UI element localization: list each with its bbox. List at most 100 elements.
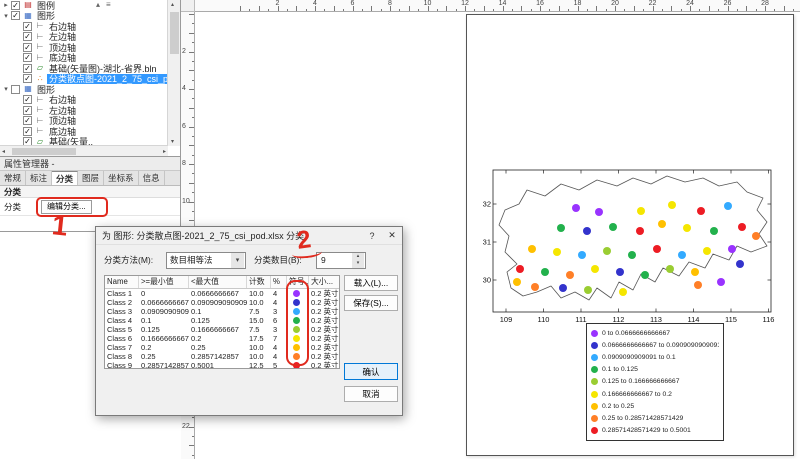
tree-item[interactable]: ✓⊢右边轴 — [0, 21, 168, 32]
visibility-checkbox[interactable]: ✓ — [23, 106, 32, 115]
load-button[interactable]: 载入(L)... — [344, 275, 398, 291]
method-label: 分类方法(M): — [104, 252, 153, 269]
graph-icon: ▦ — [23, 11, 33, 21]
spinner-arrows-icon[interactable]: ▴▾ — [352, 253, 364, 268]
collapse-all-icon[interactable]: ▴ — [96, 0, 100, 10]
ruler-number: 24 — [683, 0, 697, 7]
map-data-point — [572, 204, 580, 212]
visibility-checkbox[interactable] — [11, 85, 20, 94]
map-data-point — [513, 278, 521, 286]
tree-item[interactable]: ✓∴分类散点图-2021_2_75_csi_pod.xlsx — [0, 74, 168, 85]
ruler-tick-minor — [192, 42, 194, 43]
value-cell: 10.0 — [247, 343, 271, 352]
ruler-number: 2 — [182, 48, 186, 55]
visibility-checkbox[interactable]: ✓ — [23, 116, 32, 125]
annotation-box-symbol-column — [286, 280, 309, 366]
property-manager-panel: 属性管理器 - 常规标注分类图层坐标系信息 分类 分类 编辑分类... — [0, 157, 181, 232]
map-data-point — [724, 202, 732, 210]
column-header[interactable]: 计数 — [247, 276, 271, 288]
map-plot[interactable]: 109110111112113114115116323130 — [483, 165, 783, 330]
save-button[interactable]: 保存(S)... — [344, 295, 398, 311]
visibility-checkbox[interactable]: ✓ — [23, 32, 32, 41]
scrollbar-thumb[interactable] — [170, 12, 179, 54]
ruler-tick-minor — [643, 9, 644, 11]
tree-expander-icon[interactable]: ▾ — [1, 85, 11, 93]
tree-item[interactable]: ▾✓▦图形 — [0, 11, 168, 22]
legend-entry: 0.125 to 0.166666666667 — [591, 376, 719, 388]
tree-item[interactable]: ✓⊢底边轴 — [0, 126, 168, 137]
tree-item[interactable]: ✓⊢顶边轴 — [0, 116, 168, 127]
tree-item-label: 基础(矢量图)-湖北-省界.bln — [47, 63, 159, 74]
tree-item[interactable]: ✓⊢左边轴 — [0, 32, 168, 43]
help-icon[interactable]: ? — [362, 231, 382, 241]
tree-expander-icon[interactable]: ▸ — [1, 1, 11, 9]
visibility-checkbox[interactable]: ✓ — [23, 74, 32, 83]
tree-item[interactable]: ✓⊢底边轴 — [0, 53, 168, 64]
tree-toolbar: ▴≡ — [96, 0, 111, 10]
scroll-down-icon[interactable]: ▾ — [171, 138, 174, 145]
scrollbar-thumb[interactable] — [12, 148, 76, 155]
column-header[interactable]: >=最小值 — [139, 276, 189, 288]
scroll-left-icon[interactable]: ◂ — [2, 148, 5, 155]
visibility-checkbox[interactable]: ✓ — [11, 1, 20, 10]
ruler-number: 22 — [646, 0, 660, 7]
tree-item[interactable]: ✓▱基础(矢量图)-湖北-省界.bln — [0, 63, 168, 74]
tree-item[interactable]: ▸✓▤图例 — [0, 0, 168, 11]
column-header[interactable]: 大小... — [309, 276, 340, 288]
axis-icon: ⊢ — [35, 42, 45, 52]
chevron-down-icon[interactable]: ▾ — [231, 253, 244, 268]
tree-item[interactable]: ▾▦图形 — [0, 84, 168, 95]
close-icon[interactable]: ✕ — [382, 230, 402, 241]
ruler-number: 10 — [421, 0, 435, 7]
tab-信息[interactable]: 信息 — [139, 171, 165, 185]
legend-label: 0.1 to 0.125 — [602, 366, 638, 373]
scroll-up-icon[interactable]: ▴ — [171, 1, 174, 8]
classification-method-select[interactable]: 数目相等法 ▾ — [166, 252, 246, 269]
tree-item[interactable]: ✓⊢左边轴 — [0, 105, 168, 116]
ruler-tick — [671, 6, 672, 11]
legend-symbol-dot — [591, 342, 598, 349]
value-cell: 0.2 英寸 — [309, 289, 340, 298]
tab-分类[interactable]: 分类 — [52, 171, 78, 185]
tab-坐标系[interactable]: 坐标系 — [104, 171, 139, 185]
tree-horizontal-scrollbar[interactable]: ◂ ▸ — [0, 145, 168, 156]
scroll-right-icon[interactable]: ▸ — [163, 148, 166, 155]
column-header[interactable]: Name — [105, 276, 139, 288]
visibility-checkbox[interactable]: ✓ — [23, 53, 32, 62]
map-data-point — [697, 207, 705, 215]
visibility-checkbox[interactable]: ✓ — [23, 127, 32, 136]
map-data-point — [628, 251, 636, 259]
tree-item-label: 分类散点图-2021_2_75_csi_pod.xlsx — [47, 74, 168, 85]
visibility-checkbox[interactable]: ✓ — [23, 43, 32, 52]
tab-图层[interactable]: 图层 — [78, 171, 104, 185]
class-count-spinner[interactable]: 9 ▴▾ — [316, 252, 366, 269]
visibility-checkbox[interactable]: ✓ — [23, 22, 32, 31]
tab-常规[interactable]: 常规 — [0, 171, 26, 185]
visibility-checkbox[interactable]: ✓ — [23, 95, 32, 104]
value-cell: 4 — [271, 289, 287, 298]
tree-expander-icon[interactable]: ▾ — [1, 12, 11, 20]
column-header[interactable]: % — [271, 276, 287, 288]
ruler-number: 8 — [182, 160, 186, 167]
list-icon[interactable]: ≡ — [106, 0, 111, 10]
value-cell: Class 8 — [105, 352, 139, 361]
map-data-point — [694, 281, 702, 289]
ok-button[interactable]: 确认 — [344, 363, 398, 380]
legend-symbol-dot — [591, 330, 598, 337]
value-cell: 0.1 — [139, 316, 189, 325]
y-axis-label: 31 — [483, 238, 491, 247]
map-data-point — [666, 265, 674, 273]
dialog-titlebar[interactable]: 为 图形: 分类散点图-2021_2_75_csi_pod.xlsx 分类 ? … — [96, 227, 402, 245]
ruler-number: 16 — [533, 0, 547, 7]
cancel-button[interactable]: 取消 — [344, 386, 398, 402]
column-header[interactable]: <最大值 — [189, 276, 247, 288]
map-legend[interactable]: 0 to 0.06666666666670.0666666666667 to 0… — [586, 323, 724, 441]
tab-标注[interactable]: 标注 — [26, 171, 52, 185]
tree-item[interactable]: ✓⊢右边轴 — [0, 95, 168, 106]
visibility-checkbox[interactable]: ✓ — [11, 11, 20, 20]
tree-item[interactable]: ✓⊢顶边轴 — [0, 42, 168, 53]
tree-vertical-scrollbar[interactable]: ▴ ▾ — [167, 0, 180, 146]
ruler-tick-minor — [437, 9, 438, 11]
ruler-tick — [240, 6, 241, 11]
visibility-checkbox[interactable]: ✓ — [23, 64, 32, 73]
